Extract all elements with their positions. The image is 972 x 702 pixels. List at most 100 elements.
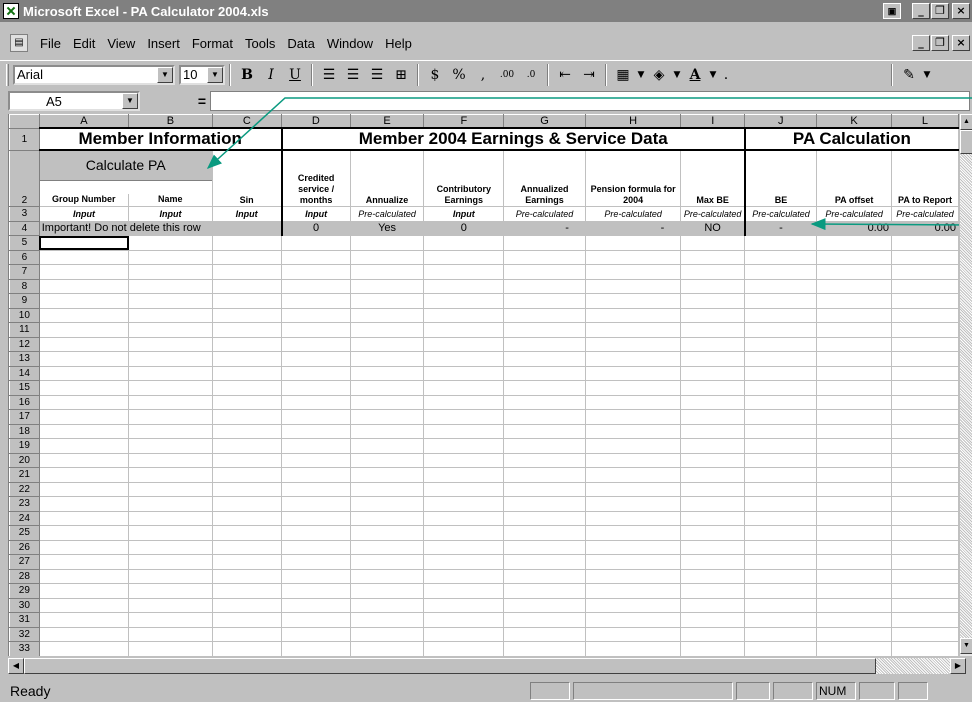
cell[interactable] [349, 380, 425, 396]
row-header[interactable]: 13 [9, 351, 40, 367]
cell[interactable] [423, 380, 505, 396]
menu-view[interactable]: View [101, 36, 141, 51]
horizontal-scroll-track[interactable] [24, 658, 950, 674]
cell[interactable] [890, 365, 959, 381]
chevron-down-icon[interactable]: ▼ [708, 64, 718, 86]
cell[interactable] [128, 481, 213, 497]
cell[interactable] [349, 278, 425, 294]
fill-color-icon[interactable]: ◈ [648, 64, 670, 86]
cell[interactable] [816, 496, 892, 512]
cell[interactable] [281, 568, 351, 584]
cell[interactable] [423, 409, 505, 425]
cell[interactable] [680, 583, 746, 599]
cell-i4[interactable]: NO [680, 220, 746, 236]
cell[interactable] [744, 365, 818, 381]
menu-window[interactable]: Window [321, 36, 379, 51]
cell[interactable] [680, 293, 746, 309]
cell[interactable] [128, 264, 213, 280]
cell[interactable] [890, 510, 959, 526]
cell[interactable] [584, 278, 682, 294]
cell[interactable] [890, 496, 959, 512]
cell[interactable] [816, 438, 892, 454]
cell[interactable] [584, 597, 682, 613]
cell[interactable] [816, 554, 892, 570]
cell-j3[interactable]: Pre-calculated [744, 206, 818, 222]
column-header[interactable]: I [680, 114, 746, 129]
cell[interactable] [584, 568, 682, 584]
cell[interactable] [423, 278, 505, 294]
cell[interactable] [211, 467, 283, 483]
cell[interactable] [281, 336, 351, 352]
cell[interactable] [211, 539, 283, 555]
comma-button[interactable]: , [472, 64, 494, 86]
cell[interactable] [281, 452, 351, 468]
row-header[interactable]: 23 [9, 496, 40, 512]
cell-a4-note[interactable]: Important! Do not delete this row [38, 220, 283, 236]
cell[interactable] [680, 496, 746, 512]
row-header[interactable]: 7 [9, 264, 40, 280]
cell[interactable] [128, 438, 213, 454]
cell[interactable] [38, 264, 130, 280]
cell[interactable] [349, 264, 425, 280]
cell[interactable] [349, 235, 425, 251]
cell[interactable] [816, 612, 892, 628]
cell[interactable] [890, 235, 959, 251]
cell[interactable] [38, 249, 130, 265]
column-header[interactable]: J [744, 114, 818, 129]
cell[interactable] [816, 336, 892, 352]
cell[interactable] [890, 249, 959, 265]
cell[interactable] [38, 394, 130, 410]
cell[interactable] [423, 293, 505, 309]
cell-g3[interactable]: Pre-calculated [503, 206, 586, 222]
cell[interactable] [744, 351, 818, 367]
cell[interactable] [680, 278, 746, 294]
cell[interactable] [816, 365, 892, 381]
cell[interactable] [423, 626, 505, 642]
cell[interactable] [423, 467, 505, 483]
excel-app-icon[interactable] [3, 3, 19, 19]
paintbrush-icon[interactable]: ✎ [898, 64, 920, 86]
cell[interactable] [680, 554, 746, 570]
cell[interactable] [423, 568, 505, 584]
row-header[interactable]: 25 [9, 525, 40, 541]
header-be[interactable]: BE [744, 149, 818, 207]
cell[interactable] [128, 409, 213, 425]
font-color-button[interactable]: A [684, 64, 706, 86]
cell[interactable] [890, 307, 959, 323]
cell[interactable] [281, 278, 351, 294]
cell[interactable] [890, 481, 959, 497]
cell[interactable] [211, 496, 283, 512]
cell[interactable] [680, 452, 746, 468]
cell[interactable] [744, 409, 818, 425]
row-header[interactable]: 11 [9, 322, 40, 338]
cell[interactable] [38, 322, 130, 338]
cell[interactable] [281, 467, 351, 483]
cell[interactable] [211, 278, 283, 294]
menu-insert[interactable]: Insert [141, 36, 186, 51]
cell[interactable] [128, 467, 213, 483]
row-header[interactable]: 3 [9, 206, 40, 222]
cell[interactable] [38, 409, 130, 425]
cell[interactable] [503, 307, 586, 323]
cell[interactable] [349, 409, 425, 425]
cell[interactable] [423, 322, 505, 338]
align-right-icon[interactable]: ☰ [366, 64, 388, 86]
row-header[interactable]: 26 [9, 539, 40, 555]
cell[interactable] [38, 336, 130, 352]
section-earnings-service[interactable]: Member 2004 Earnings & Service Data [281, 127, 746, 151]
italic-button[interactable]: I [260, 64, 282, 86]
cell[interactable] [128, 554, 213, 570]
cell[interactable] [281, 510, 351, 526]
cell[interactable] [680, 597, 746, 613]
cell[interactable] [584, 307, 682, 323]
cell[interactable] [503, 568, 586, 584]
cell[interactable] [744, 568, 818, 584]
toolbar-grip[interactable] [6, 63, 9, 86]
cell[interactable] [349, 510, 425, 526]
decrease-decimal-icon[interactable]: .0 [520, 64, 542, 86]
cell[interactable] [503, 423, 586, 439]
equals-button[interactable]: = [140, 93, 210, 109]
menu-format[interactable]: Format [186, 36, 239, 51]
cell[interactable] [890, 351, 959, 367]
cell[interactable] [423, 583, 505, 599]
